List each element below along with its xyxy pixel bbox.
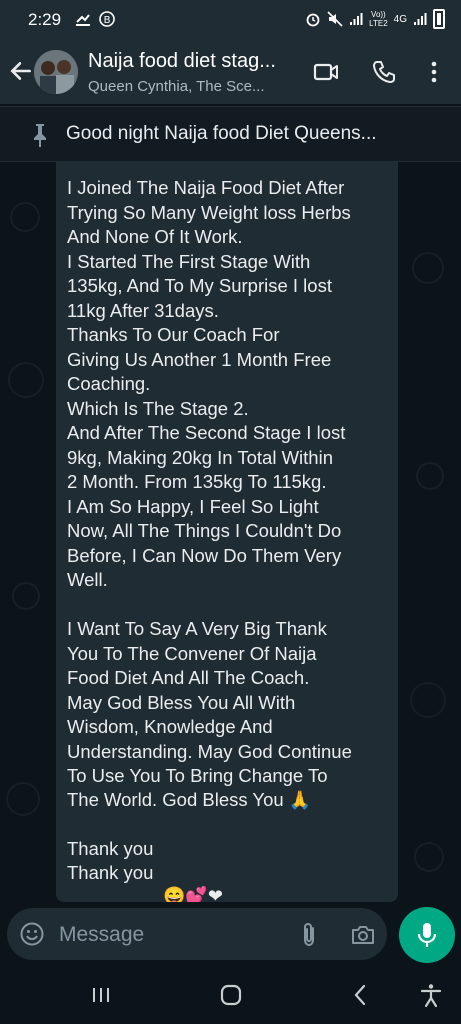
message-line: You To The Convener Of Naija [67, 642, 317, 664]
recent-apps-icon[interactable] [88, 982, 114, 1008]
signal-icon [350, 13, 363, 25]
mic-icon [417, 923, 437, 947]
message-line: Thanks To Our Coach For [67, 324, 280, 345]
wallpaper-doodle [8, 362, 44, 398]
closing-line: Thank you [67, 862, 154, 883]
input-bar: Message [0, 902, 461, 966]
message-line: And None Of It Work. [67, 226, 243, 247]
message-line: Well. [67, 569, 108, 590]
attach-icon[interactable] [295, 920, 323, 948]
message-line: Food Diet And All The Coach. [67, 667, 310, 688]
whatsapp-notification-icon [76, 14, 90, 26]
message-line: May God Bless You All With [67, 691, 296, 713]
message-line: Understanding. May God Continue [67, 740, 352, 762]
pin-icon [34, 124, 46, 147]
mute-icon [327, 11, 343, 27]
wallpaper-doodle [410, 682, 446, 718]
message-line: I Started The First Stage With [67, 250, 311, 272]
network-labels: Vo)) LTE2 [369, 10, 388, 28]
message-line: Giving Us Another 1 Month Free [67, 348, 332, 370]
message-input[interactable]: Message [7, 908, 387, 960]
cutoff-emojis: 😄💕❤ [163, 885, 223, 903]
network-type: 4G [393, 13, 407, 25]
back-icon[interactable] [348, 982, 374, 1008]
message-line: And After The Second Stage I lost [67, 422, 346, 443]
wallpaper-doodle [12, 582, 40, 610]
message-line: Now, All The Things I Couldn't Do [67, 520, 342, 541]
message-line: Trying So Many Weight loss Herbs [67, 201, 351, 223]
back-arrow-icon[interactable] [8, 58, 34, 84]
closing-line: Thank you [67, 837, 154, 859]
svg-text:B: B [104, 15, 111, 26]
camera-icon[interactable] [349, 921, 377, 949]
praying-hands-emoji: 🙏 [288, 789, 312, 810]
chat-header: Naija food diet stag... Queen Cynthia, T… [0, 40, 461, 104]
chat-title[interactable]: Naija food diet stag... [88, 50, 298, 73]
message-line: I Joined The Naija Food Diet After [67, 177, 345, 198]
emoji-icon[interactable] [19, 921, 45, 947]
b-badge-icon: B [99, 11, 115, 27]
accessibility-icon[interactable] [418, 982, 444, 1008]
message-line: 135kg, And To My Surprise I lost [67, 275, 332, 296]
cutoff-line: 😄💕❤ [67, 884, 386, 903]
message-line: Coaching. [67, 373, 151, 394]
wallpaper-doodle [6, 782, 40, 816]
chat-area[interactable]: I Joined The Naija Food Diet After Trying… [0, 162, 461, 902]
status-time: 2:29 [28, 10, 62, 29]
network-label-bottom: LTE2 [369, 19, 388, 28]
message-line: I Am So Happy, I Feel So Light [67, 495, 319, 517]
status-right-icons: Vo)) LTE2 4G [305, 9, 445, 29]
message-bubble[interactable]: I Joined The Naija Food Diet After Trying… [56, 162, 398, 902]
message-last-line: The World. God Bless You 🙏 [67, 788, 386, 813]
message-line: Which Is The Stage 2. [67, 397, 249, 419]
video-call-icon[interactable] [312, 58, 340, 86]
more-options-icon[interactable] [420, 58, 448, 86]
battery-icon [433, 9, 445, 29]
mic-button[interactable] [399, 907, 455, 963]
message-line: 9kg, Making 20kg In Total Within [67, 446, 333, 468]
pinned-message-text: Good night Naija food Diet Queens... [66, 123, 377, 144]
alarm-icon [306, 13, 320, 27]
wallpaper-doodle [414, 842, 444, 872]
message-line: 2 Month. From 135kg To 115kg. [67, 471, 327, 492]
message-line: To Use You To Bring Change To [67, 765, 328, 786]
message-line: 11kg After 31days. [67, 299, 219, 321]
message-line: I Want To Say A Very Big Thank [67, 618, 327, 639]
status-bar: 2:29 B Vo)) LTE2 4G [0, 0, 461, 40]
wallpaper-doodle [416, 462, 444, 490]
home-icon[interactable] [218, 982, 244, 1008]
wallpaper-doodle [10, 202, 40, 232]
network-label-top: Vo)) [371, 10, 386, 19]
message-line: The World. God Bless You [67, 788, 284, 810]
chat-subtitle[interactable]: Queen Cynthia, The Sce... [88, 78, 298, 95]
message-line: Before, I Can Now Do Them Very [67, 544, 342, 566]
group-avatar[interactable] [34, 50, 78, 94]
message-text: I Joined The Naija Food Diet After Trying… [67, 176, 386, 789]
message-line: Wisdom, Knowledge And [67, 716, 273, 737]
signal-icon-2 [414, 13, 427, 25]
status-left-icons: B [74, 10, 116, 28]
pinned-message-bar[interactable]: Good night Naija food Diet Queens... [0, 106, 461, 162]
navigation-bar [0, 966, 461, 1024]
wallpaper-doodle [412, 252, 444, 284]
avatar-image [34, 50, 78, 94]
message-placeholder: Message [59, 923, 145, 946]
voice-call-icon[interactable] [370, 58, 398, 86]
